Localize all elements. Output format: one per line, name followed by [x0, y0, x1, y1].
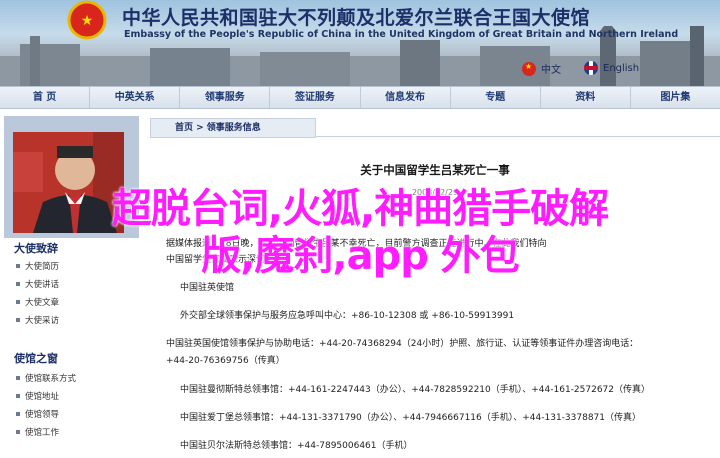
sidebar-item-ambassador-articles[interactable]: 大使文章 — [16, 296, 59, 308]
nav-topics[interactable]: 专题 — [451, 87, 541, 108]
sidebar-item-embassy-work[interactable]: 使馆工作 — [16, 426, 59, 438]
left-sidebar: 大使致辞 大使简历 大使讲话 大使文章 大使采访 使馆之窗 使馆联系方式 使馆地… — [0, 116, 140, 458]
embassy-window-section-title: 使馆之窗 — [14, 352, 58, 365]
contact-line-fax: +44-20-76369756（传真） — [166, 356, 285, 366]
sidebar-item-label: 大使采访 — [25, 316, 60, 326]
header-banner: ★ 中华人民共和国驻大不列颠及北爱尔兰联合王国大使馆 Embassy of th… — [0, 0, 720, 86]
sidebar-item-embassy-address[interactable]: 使馆地址 — [16, 390, 59, 402]
sidebar-item-label: 使馆联系方式 — [25, 374, 77, 384]
language-english-label: English — [603, 62, 640, 74]
breadcrumb-divider — [315, 136, 720, 137]
breadcrumb[interactable]: 首页 > 领事服务信息 — [150, 118, 316, 138]
bullet-icon — [16, 282, 20, 286]
article-title: 关于中国留学生吕某死亡一事 — [360, 163, 510, 177]
sidebar-item-embassy-leadership[interactable]: 使馆领导 — [16, 408, 59, 420]
sidebar-item-label: 使馆领导 — [25, 410, 60, 420]
nav-home[interactable]: 首 页 — [0, 87, 91, 108]
language-chinese-link[interactable]: 中文 — [522, 61, 561, 76]
main-content: 首页 > 领事服务信息 关于中国留学生吕某死亡一事 2008/12/29 据媒体… — [150, 118, 720, 458]
nav-news-releases[interactable]: 信息发布 — [361, 87, 451, 108]
sidebar-item-label: 使馆地址 — [25, 392, 60, 402]
national-emblem-icon: ★ — [67, 0, 107, 40]
overlay-line-2: 版,魔刹,app 外包 — [201, 233, 520, 279]
sidebar-item-ambassador-interviews[interactable]: 大使采访 — [16, 314, 59, 326]
language-chinese-label: 中文 — [541, 65, 561, 76]
article-signature: 中国驻英使馆 — [180, 283, 235, 293]
nav-visa-services[interactable]: 签证服务 — [270, 87, 361, 108]
embassy-title-english: Embassy of the People's Republic of Chin… — [124, 29, 679, 40]
main-navigation: 首 页 中英关系 领事服务 签证服务 信息发布 专题 资料 图片集 — [0, 86, 720, 109]
contact-line-manchester: 中国驻曼彻斯特总领事馆：+44-161-2247443（办公）、+44-7828… — [180, 385, 651, 395]
bullet-icon — [16, 430, 20, 434]
nav-resources[interactable]: 资料 — [541, 87, 631, 108]
nav-photo-gallery[interactable]: 图片集 — [631, 87, 720, 108]
uk-flag-icon — [584, 61, 598, 75]
bullet-icon — [16, 394, 20, 398]
bullet-icon — [16, 412, 20, 416]
sidebar-item-label: 大使文章 — [25, 298, 60, 308]
bullet-icon — [16, 318, 20, 322]
nav-consular-services[interactable]: 领事服务 — [180, 87, 271, 108]
contact-line-belfast: 中国驻贝尔法斯特总领事馆：+44-7895006461（手机） — [180, 441, 413, 451]
nav-china-uk-relations[interactable]: 中英关系 — [90, 87, 181, 108]
overlay-line-1: 超脱台词,火狐,神曲猎手破解 — [111, 186, 609, 232]
language-english-link[interactable]: English — [584, 61, 639, 75]
sidebar-item-embassy-contact[interactable]: 使馆联系方式 — [16, 372, 76, 384]
embassy-title-chinese: 中华人民共和国驻大不列颠及北爱尔兰联合王国大使馆 — [122, 7, 591, 29]
contact-line-global-hotline: 外交部全球领事保护与服务应急呼叫中心：+86-10-12308 或 +86-10… — [180, 311, 515, 321]
page: ★ 中华人民共和国驻大不列颠及北爱尔兰联合王国大使馆 Embassy of th… — [0, 0, 720, 458]
bullet-icon — [16, 376, 20, 380]
china-flag-icon — [522, 61, 536, 76]
bullet-icon — [16, 300, 20, 304]
overlay-promo-text: 超脱台词,火狐,神曲猎手破解 版,魔刹,app 外包 — [0, 186, 720, 280]
contact-line-edinburgh: 中国驻爱丁堡总领事馆：+44-131-3371790（办公）、+44-79466… — [180, 413, 642, 423]
svg-text:★: ★ — [81, 13, 94, 29]
contact-line-embassy: 中国驻英国使馆领事保护与协助电话：+44-20-74368294（24小时）护照… — [166, 339, 639, 349]
sidebar-item-label: 使馆工作 — [25, 428, 60, 438]
